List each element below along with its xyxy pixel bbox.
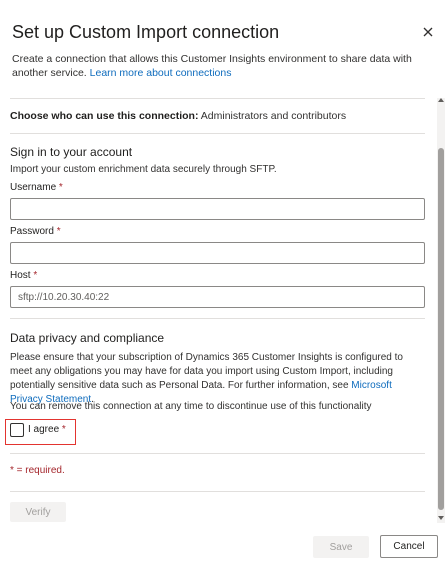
connection-panel: Set up Custom Import connection Create a… bbox=[0, 0, 445, 565]
username-label: Username * bbox=[10, 182, 63, 193]
privacy-body: Please ensure that your subscription of … bbox=[10, 352, 403, 391]
agree-checkbox[interactable] bbox=[10, 423, 24, 437]
remove-connection-text: You can remove this connection at any ti… bbox=[10, 401, 372, 412]
password-label-text: Password bbox=[10, 226, 54, 237]
divider bbox=[10, 491, 425, 492]
learn-more-link[interactable]: Learn more about connections bbox=[90, 67, 232, 79]
username-label-text: Username bbox=[10, 182, 57, 193]
panel-description: Create a connection that allows this Cus… bbox=[12, 52, 422, 80]
scrollbar-thumb[interactable] bbox=[438, 148, 444, 510]
required-note: * = required. bbox=[10, 465, 65, 476]
host-label-text: Host bbox=[10, 270, 31, 281]
scrollbar[interactable] bbox=[437, 98, 445, 523]
signin-heading: Sign in to your account bbox=[10, 145, 133, 159]
required-marker: * bbox=[33, 270, 38, 281]
close-icon[interactable] bbox=[420, 24, 436, 40]
password-label: Password * bbox=[10, 226, 61, 237]
divider bbox=[10, 133, 425, 134]
privacy-heading: Data privacy and compliance bbox=[10, 331, 165, 345]
required-marker: * bbox=[58, 182, 63, 193]
agree-label[interactable]: I agree * bbox=[28, 424, 66, 435]
agree-label-text: I agree bbox=[28, 424, 60, 435]
permission-value: Administrators and contributors bbox=[200, 110, 347, 122]
panel-title: Set up Custom Import connection bbox=[12, 22, 280, 42]
host-input[interactable] bbox=[10, 286, 425, 308]
divider bbox=[10, 318, 425, 319]
username-input[interactable] bbox=[10, 198, 425, 220]
signin-subtitle: Import your custom enrichment data secur… bbox=[10, 164, 277, 175]
save-button[interactable]: Save bbox=[313, 536, 369, 558]
divider bbox=[10, 98, 425, 99]
permission-row: Choose who can use this connection: Admi… bbox=[10, 110, 346, 122]
verify-button[interactable]: Verify bbox=[10, 502, 66, 522]
scroll-region: Choose who can use this connection: Admi… bbox=[0, 98, 437, 523]
divider bbox=[10, 453, 425, 454]
password-input[interactable] bbox=[10, 242, 425, 264]
privacy-text: Please ensure that your subscription of … bbox=[10, 351, 425, 407]
scroll-up-icon[interactable] bbox=[438, 98, 444, 102]
required-marker: * bbox=[56, 226, 61, 237]
permission-label: Choose who can use this connection: bbox=[10, 110, 199, 122]
host-label: Host * bbox=[10, 270, 37, 281]
cancel-button[interactable]: Cancel bbox=[380, 535, 438, 558]
close-icon-glyph bbox=[423, 27, 433, 37]
required-marker: * bbox=[61, 424, 66, 435]
scroll-down-icon[interactable] bbox=[438, 516, 444, 520]
